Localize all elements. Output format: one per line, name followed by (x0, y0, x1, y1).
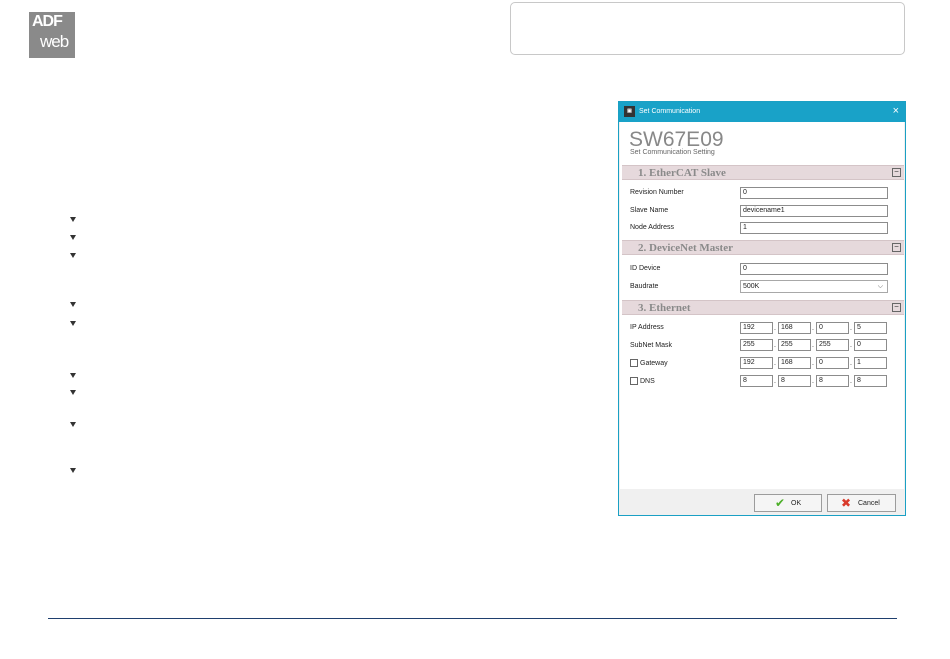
ip-dot: . (774, 325, 776, 332)
bullet-icon (69, 318, 77, 326)
ip-octet-4[interactable]: 5 (854, 322, 887, 334)
ip-dot: . (812, 360, 814, 367)
ip-dot: . (774, 378, 776, 385)
revision-number-field[interactable]: 0 (740, 187, 888, 199)
dialog-content: SW67E09 Set Communication Setting 1. Eth… (620, 122, 904, 489)
dns-octet-4[interactable]: 8 (854, 375, 887, 387)
section-ethernet[interactable]: 3. Ethernet − (622, 300, 904, 315)
bullet-icon (69, 387, 77, 395)
subnet-mask-label: SubNet Mask (630, 342, 673, 349)
revision-number-label: Revision Number (630, 189, 684, 196)
gateway-octet-1[interactable]: 192 (740, 357, 773, 369)
ip-address-label: IP Address (630, 324, 664, 331)
id-device-field[interactable]: 0 (740, 263, 888, 275)
gateway-octet-2[interactable]: 168 (778, 357, 811, 369)
logo-text-bottom: web (40, 32, 69, 51)
collapse-icon[interactable]: − (892, 243, 901, 252)
ip-dot: . (850, 325, 852, 332)
device-subheading: Set Communication Setting (630, 149, 715, 156)
gateway-octet-4[interactable]: 1 (854, 357, 887, 369)
dns-octet-3[interactable]: 8 (816, 375, 849, 387)
collapse-icon[interactable]: − (892, 303, 901, 312)
baudrate-value: 500K (743, 283, 760, 290)
ip-dot: . (812, 342, 814, 349)
dns-label: DNS (640, 378, 655, 385)
bullet-icon (69, 370, 77, 378)
dns-octet-1[interactable]: 8 (740, 375, 773, 387)
ip-octet-3[interactable]: 0 (816, 322, 849, 334)
gateway-octet-3[interactable]: 0 (816, 357, 849, 369)
section-title: 2. DeviceNet Master (638, 242, 733, 254)
ip-dot: . (850, 342, 852, 349)
node-address-label: Node Address (630, 224, 674, 231)
adfweb-logo: ADF web (29, 12, 75, 58)
dns-checkbox[interactable] (630, 377, 638, 385)
ip-octet-1[interactable]: 192 (740, 322, 773, 334)
bullet-icon (69, 419, 77, 427)
set-communication-dialog: ▣ Set Communication × SW67E09 Set Commun… (618, 101, 906, 516)
footer-divider (48, 618, 897, 619)
ip-octet-2[interactable]: 168 (778, 322, 811, 334)
bullet-icon (69, 214, 77, 222)
subnet-octet-4[interactable]: 0 (854, 339, 887, 351)
ip-dot: . (812, 325, 814, 332)
page: ADF web ▣ Set Communication × SW67E09 Se… (0, 0, 950, 659)
ok-button-label: OK (791, 500, 802, 507)
section-title: 1. EtherCAT Slave (638, 167, 726, 179)
logo-text-top: ADF (32, 13, 63, 30)
section-title: 3. Ethernet (638, 302, 691, 314)
ip-dot: . (850, 360, 852, 367)
dialog-title: Set Communication (639, 108, 701, 115)
close-icon[interactable]: × (893, 105, 899, 117)
bullet-icon (69, 232, 77, 240)
cancel-button-label: Cancel (858, 500, 880, 507)
dns-octet-2[interactable]: 8 (778, 375, 811, 387)
collapse-icon[interactable]: − (892, 168, 901, 177)
chevron-down-icon: ⌵ (877, 283, 883, 290)
cross-icon: ✖ (841, 496, 852, 510)
id-device-label: ID Device (630, 265, 661, 272)
subnet-octet-1[interactable]: 255 (740, 339, 773, 351)
bullet-icon (69, 250, 77, 258)
gateway-checkbox[interactable] (630, 359, 638, 367)
node-address-field[interactable]: 1 (740, 222, 888, 234)
section-ethercat-slave[interactable]: 1. EtherCAT Slave − (622, 165, 904, 180)
cancel-button[interactable]: ✖ Cancel (827, 494, 896, 512)
check-icon: ✔ (775, 496, 786, 510)
section-devicenet-master[interactable]: 2. DeviceNet Master − (622, 240, 904, 255)
ip-dot: . (774, 342, 776, 349)
ip-dot: . (774, 360, 776, 367)
ip-dot: . (850, 378, 852, 385)
ip-dot: . (812, 378, 814, 385)
subnet-octet-2[interactable]: 255 (778, 339, 811, 351)
slave-name-field[interactable]: devicename1 (740, 205, 888, 217)
ok-button[interactable]: ✔ OK (754, 494, 822, 512)
header-box (510, 2, 905, 55)
bullet-icon (69, 465, 77, 473)
bullet-icon (69, 299, 77, 307)
app-icon: ▣ (624, 106, 635, 117)
baudrate-label: Baudrate (630, 283, 659, 290)
dialog-titlebar[interactable]: ▣ Set Communication × (619, 102, 905, 122)
gateway-label: Gateway (640, 360, 668, 367)
slave-name-label: Slave Name (630, 207, 669, 214)
baudrate-select[interactable]: 500K ⌵ (740, 280, 888, 293)
subnet-octet-3[interactable]: 255 (816, 339, 849, 351)
